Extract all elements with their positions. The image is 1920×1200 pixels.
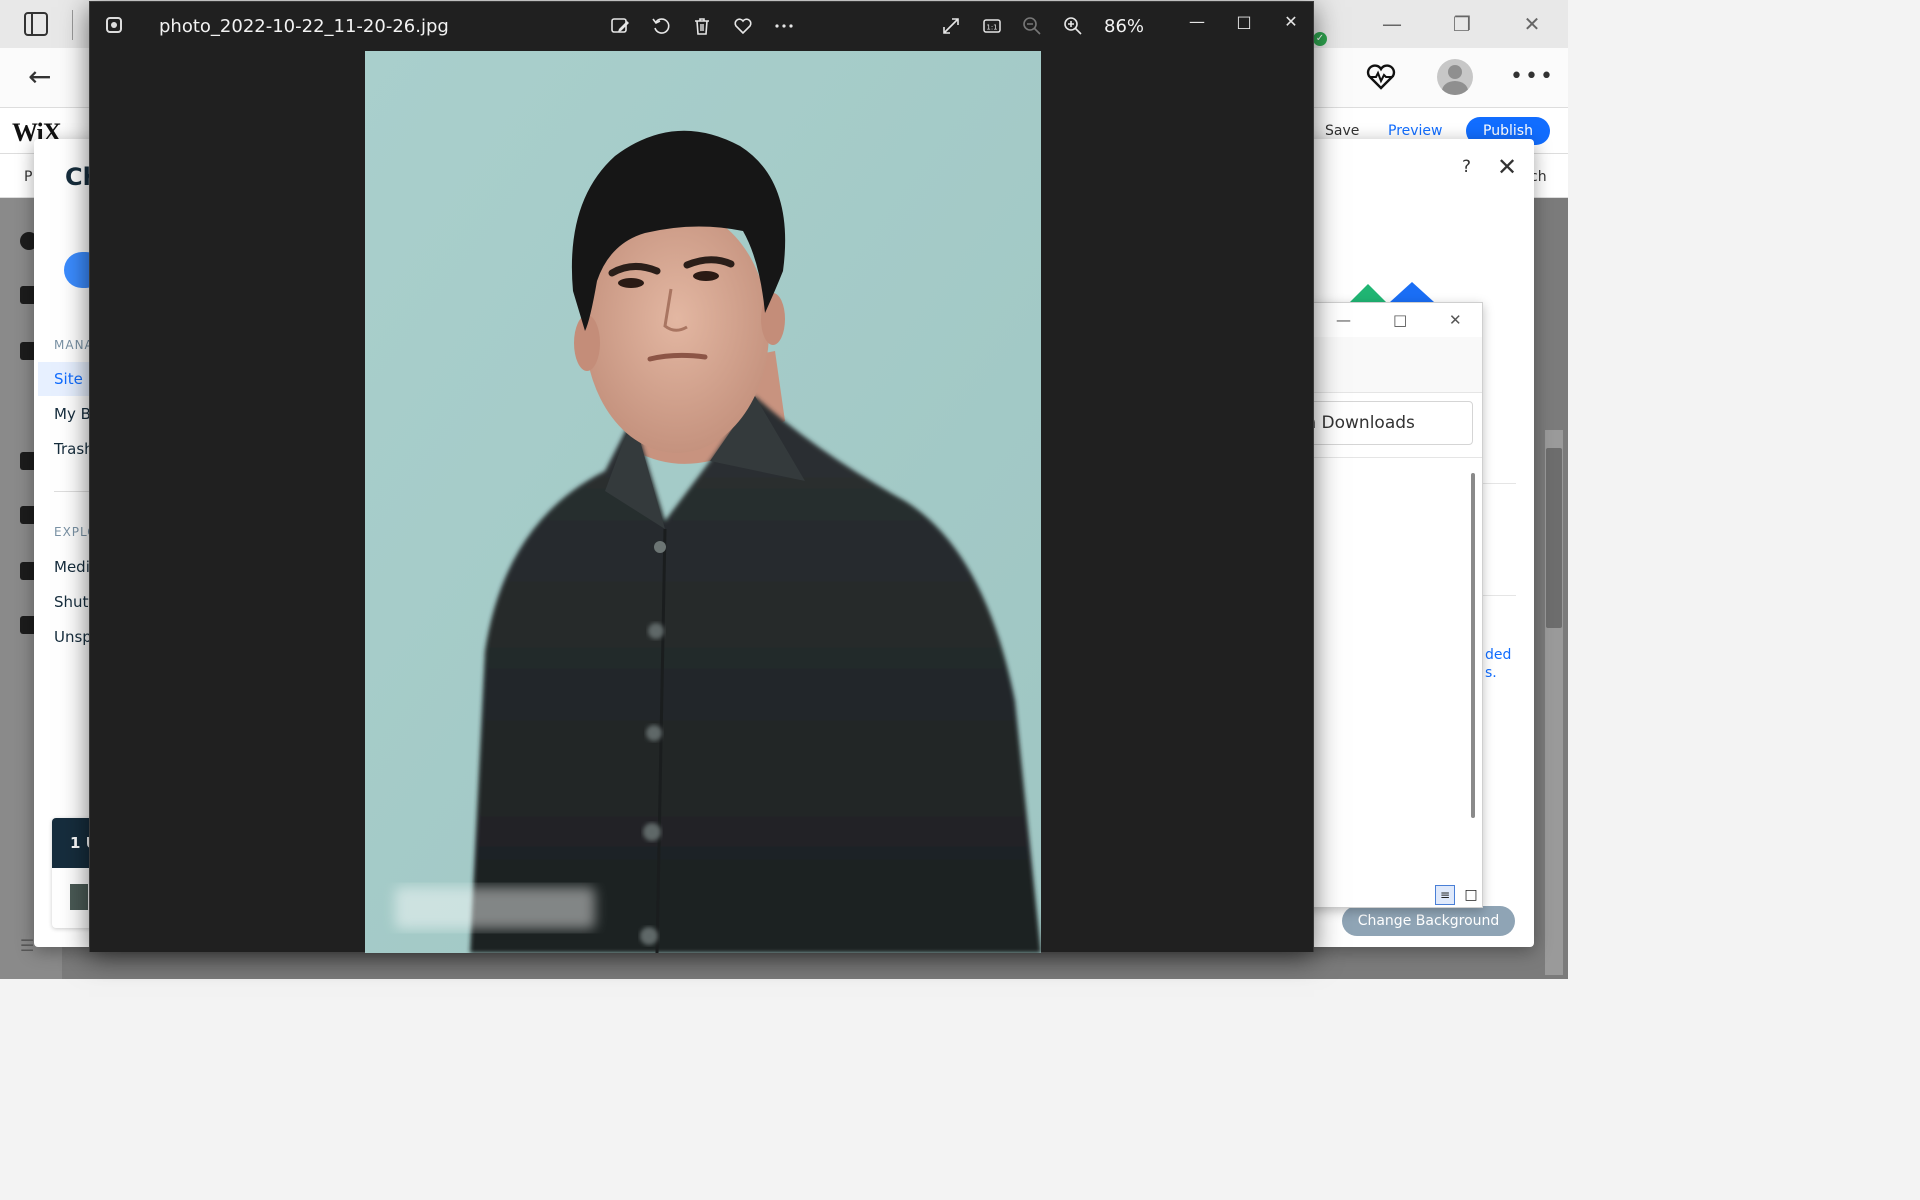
zoom-in-icon[interactable] [1062,16,1084,38]
explorer-content-divider [1291,457,1482,458]
rotate-icon[interactable] [650,16,672,38]
browser-essentials-icon[interactable] [1366,64,1396,90]
dialog-close-icon[interactable]: ✕ [1497,153,1517,181]
viewer-minimize-icon[interactable]: — [1182,7,1212,37]
portrait-photo[interactable] [365,51,1041,953]
wix-preview-button[interactable]: Preview [1388,123,1443,139]
help-icon[interactable]: ? [1462,157,1471,177]
upload-thumbnail [70,884,88,910]
browser-maximize-icon[interactable]: ❐ [1442,8,1482,40]
explorer-minimize-icon[interactable]: — [1336,311,1351,329]
details-view-icon[interactable]: ≡ [1435,885,1455,905]
nav-media[interactable]: Medi [54,558,90,576]
viewer-close-icon[interactable]: ✕ [1276,7,1306,37]
svg-text:1:1: 1:1 [986,24,997,32]
tiles-view-icon[interactable]: □ [1461,885,1481,905]
zoom-level[interactable]: 86% [1104,16,1144,37]
actual-size-icon[interactable]: 1:1 [981,16,1003,38]
section-manage-label: MANA [54,338,94,352]
edit-image-icon[interactable] [609,16,631,38]
photos-viewer-window: photo_2022-10-22_11-20-26.jpg 1:1 86% — … [89,1,1314,953]
browser-more-icon[interactable]: ••• [1510,64,1555,89]
zoom-out-icon[interactable] [1021,16,1043,38]
uploaded-info-link[interactable]: s. [1485,665,1497,681]
back-arrow-icon[interactable]: ← [28,62,58,92]
tab-divider [72,10,73,40]
delete-icon[interactable] [691,16,713,38]
profile-avatar[interactable] [1437,59,1473,95]
browser-minimize-icon[interactable]: — [1372,8,1412,40]
explorer-titlebar: — □ ✕ [1291,303,1482,337]
uploaded-info-text: ded [1485,647,1512,663]
explorer-maximize-icon[interactable]: □ [1393,311,1407,329]
nav-trash[interactable]: Trash [54,440,94,458]
file-explorer-window: — □ ✕ ch Downloads ≡ □ [1290,302,1483,908]
browser-close-icon[interactable]: ✕ [1512,8,1552,40]
nav-unsplash[interactable]: Unsp [54,628,92,646]
layers-icon[interactable]: ☰ [20,936,38,955]
wix-save-button[interactable]: Save [1325,123,1359,139]
wix-page-selector[interactable]: P [24,169,32,185]
favorite-icon[interactable] [732,16,754,38]
explorer-scrollbar[interactable] [1471,473,1475,818]
security-check-icon[interactable]: ✓ [1313,32,1327,46]
viewer-maximize-icon[interactable]: □ [1229,7,1259,37]
viewer-filename: photo_2022-10-22_11-20-26.jpg [159,16,449,37]
change-background-button[interactable]: Change Background [1342,906,1515,936]
fullscreen-icon[interactable] [940,16,962,38]
explorer-command-bar [1291,337,1482,393]
nav-my-business[interactable]: My B [54,405,91,423]
explorer-close-icon[interactable]: ✕ [1449,311,1462,329]
photos-app-icon [106,17,122,33]
explorer-search-input[interactable]: ch Downloads [1291,401,1473,445]
tab-actions-icon[interactable] [24,12,48,36]
drive-logo-green [1350,284,1386,302]
viewer-titlebar: photo_2022-10-22_11-20-26.jpg 1:1 86% — … [90,2,1313,51]
canvas-scroll-thumb[interactable] [1546,448,1562,628]
more-icon[interactable] [773,16,795,38]
drive-logo-blue [1390,282,1434,302]
